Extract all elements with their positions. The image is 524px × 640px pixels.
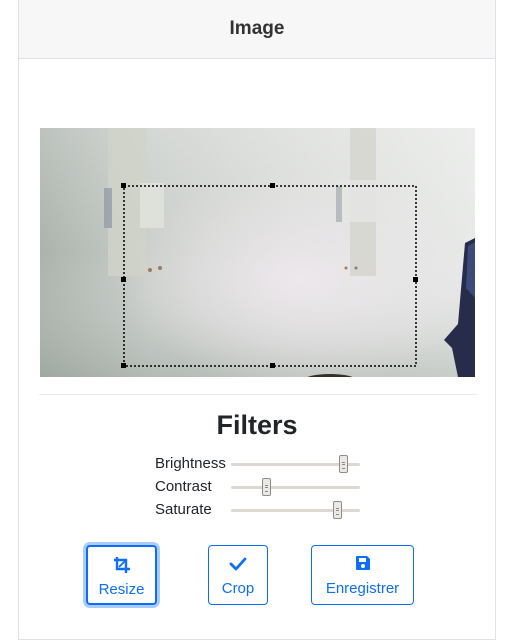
- crop-handle[interactable]: [270, 183, 275, 188]
- filter-label: Brightness: [155, 455, 226, 472]
- resize-button[interactable]: Resize: [86, 545, 157, 605]
- divider: [39, 394, 477, 395]
- photo-canvas: [40, 128, 475, 377]
- crop-handle[interactable]: [121, 277, 126, 282]
- check-icon: [209, 555, 267, 573]
- crop-button[interactable]: Crop: [208, 545, 268, 605]
- save-label: Enregistrer: [325, 580, 400, 597]
- image-card: Image Filters Brightness Contrast Satura…: [18, 0, 496, 640]
- crop-resize-icon: [88, 556, 155, 574]
- slider-thumb[interactable]: [333, 501, 342, 519]
- crop-handle[interactable]: [121, 183, 126, 188]
- saturate-slider[interactable]: [231, 501, 360, 519]
- filter-label: Contrast: [155, 478, 212, 495]
- filter-label: Saturate: [155, 501, 212, 518]
- filters-heading: Filters: [216, 410, 298, 440]
- resize-label: Resize: [98, 581, 145, 598]
- card-header: Image: [19, 0, 495, 59]
- filter-saturate: Saturate: [155, 500, 365, 520]
- crop-label: Crop: [221, 580, 255, 597]
- save-button[interactable]: Enregistrer: [311, 545, 414, 605]
- image-preview[interactable]: [40, 128, 475, 377]
- slider-thumb[interactable]: [262, 478, 271, 496]
- save-icon: [312, 555, 413, 573]
- contrast-slider[interactable]: [231, 478, 360, 496]
- crop-handle[interactable]: [270, 363, 275, 368]
- slider-thumb[interactable]: [339, 455, 348, 473]
- crop-handle[interactable]: [413, 277, 418, 282]
- filter-contrast: Contrast: [155, 477, 365, 497]
- brightness-slider[interactable]: [231, 455, 360, 473]
- card-title: Image: [229, 18, 285, 39]
- crop-handle[interactable]: [121, 363, 126, 368]
- filter-brightness: Brightness: [155, 454, 365, 474]
